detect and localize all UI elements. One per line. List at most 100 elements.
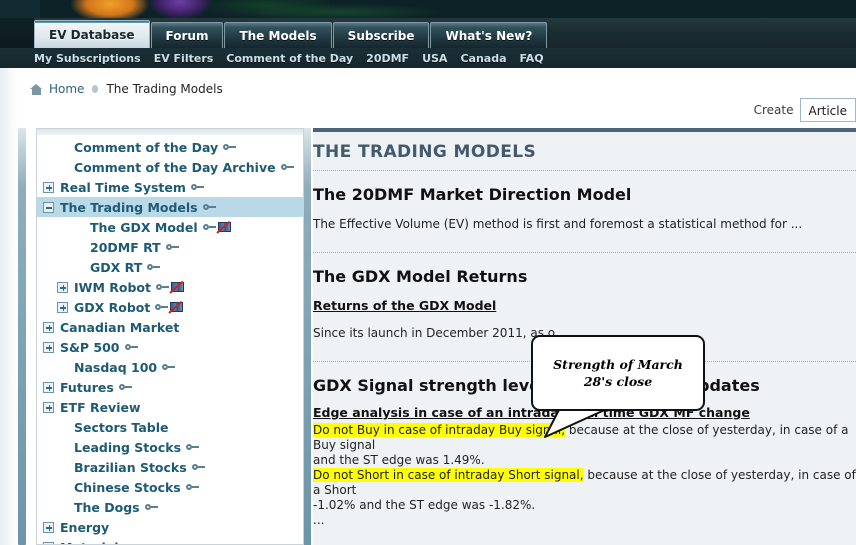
sidebar-tree-panel: Comment of the Day Comment of the Day Arc… xyxy=(36,128,304,545)
sidebar-item-comment-of-the-day-archive[interactable]: Comment of the Day Archive xyxy=(37,157,303,177)
sidebar-item-label: Futures xyxy=(60,379,114,395)
sidebar-top-band xyxy=(37,129,303,135)
signal-short-line2: -1.02% and the ST edge was -1.82%. xyxy=(313,498,536,512)
book-restricted-icon xyxy=(217,221,232,233)
book-restricted-icon xyxy=(170,301,184,313)
sidebar-item-materials[interactable]: Materials xyxy=(37,537,303,544)
key-icon xyxy=(165,243,179,252)
divider-1 xyxy=(313,170,856,171)
highlight-do-not-buy: Do not Buy in case of intraday Buy signa… xyxy=(313,423,566,437)
key-icon xyxy=(144,503,158,512)
page-title: THE TRADING MODELS xyxy=(313,142,537,162)
tree-expand-icon[interactable] xyxy=(43,321,54,333)
key-icon xyxy=(202,223,216,232)
tab-the-models[interactable]: The Models xyxy=(224,22,332,48)
key-icon xyxy=(155,283,169,292)
secondary-navbar: My Subscriptions EV Filters Comment of t… xyxy=(0,48,856,68)
sidebar-item-label: Chinese Stocks xyxy=(74,479,181,495)
callout-bubble: Strength of March 28's close xyxy=(531,335,705,411)
tree-expand-icon[interactable] xyxy=(43,381,54,393)
subnav-item-faq[interactable]: FAQ xyxy=(520,52,544,65)
key-icon xyxy=(147,263,161,272)
tab-forum[interactable]: Forum xyxy=(150,22,224,48)
tree-expand-icon[interactable] xyxy=(43,521,54,533)
tree-expand-icon[interactable] xyxy=(57,301,68,313)
tree-expand-icon[interactable] xyxy=(43,401,54,413)
navbar-left-cap xyxy=(0,18,34,48)
tree-collapse-icon[interactable] xyxy=(43,201,54,213)
tree-expand-icon[interactable] xyxy=(57,281,68,293)
left-rail xyxy=(0,68,18,545)
sidebar-item-canadian-market[interactable]: Canadian Market xyxy=(37,317,303,337)
subnav-item-usa[interactable]: USA xyxy=(422,52,447,65)
tab-subscribe[interactable]: Subscribe xyxy=(332,22,430,48)
breadcrumb-current: The Trading Models xyxy=(106,82,223,96)
breadcrumb: Home The Trading Models xyxy=(30,80,223,98)
signal-paragraph-buy: Do not Buy in case of intraday Buy signa… xyxy=(313,423,856,468)
subnav-item-ev-filters[interactable]: EV Filters xyxy=(154,52,214,65)
sidebar-item-real-time-system[interactable]: Real Time System xyxy=(37,177,303,197)
key-icon xyxy=(280,163,294,172)
primary-tabs: EV Database Forum The Models Subscribe W… xyxy=(34,20,548,48)
sidebar-item-label: Real Time System xyxy=(60,179,186,195)
create-type-select[interactable]: Article xyxy=(799,98,856,122)
create-bar: Create Article xyxy=(754,98,856,122)
key-icon xyxy=(155,303,169,312)
sidebar-item-the-trading-models[interactable]: The Trading Models xyxy=(37,197,303,217)
link-returns-of-gdx-model[interactable]: Returns of the GDX Model xyxy=(313,298,856,313)
sidebar-item-chinese-stocks[interactable]: Chinese Stocks xyxy=(37,477,303,497)
sidebar-item-leading-stocks[interactable]: Leading Stocks xyxy=(37,437,303,457)
sidebar-item-label: S&P 500 xyxy=(60,339,120,355)
sidebar-item-s-p-500[interactable]: S&P 500 xyxy=(37,337,303,357)
home-icon xyxy=(30,83,43,95)
key-icon xyxy=(223,143,237,152)
sidebar-item-gdx-robot[interactable]: GDX Robot xyxy=(37,297,303,317)
tab-whats-new[interactable]: What's New? xyxy=(430,22,548,48)
sidebar-item-the-dogs[interactable]: The Dogs xyxy=(37,497,303,517)
sidebar-item-iwm-robot[interactable]: IWM Robot xyxy=(37,277,303,297)
sidebar-item-label: 20DMF RT xyxy=(90,239,161,255)
main-inner: THE TRADING MODELS The 20DMF Market Dire… xyxy=(313,132,856,528)
key-icon xyxy=(191,463,205,472)
sidebar-item-label: Comment of the Day Archive xyxy=(74,159,276,175)
sidebar-item-brazilian-stocks[interactable]: Brazilian Stocks xyxy=(37,457,303,477)
callout-text: Strength of March 28's close xyxy=(553,357,683,389)
key-icon xyxy=(162,363,176,372)
sidebar-item-label: Canadian Market xyxy=(60,319,180,335)
breadcrumb-home-link[interactable]: Home xyxy=(49,82,84,96)
divider-2 xyxy=(313,252,856,253)
key-icon xyxy=(118,383,132,392)
sidebar-item-label: IWM Robot xyxy=(74,279,151,295)
sidebar-item-label: GDX RT xyxy=(90,259,143,275)
sidebar-item-etf-review[interactable]: ETF Review xyxy=(37,397,303,417)
sidebar-tree: Comment of the Day Comment of the Day Arc… xyxy=(37,137,303,544)
key-icon xyxy=(124,343,138,352)
sidebar-item-comment-of-the-day[interactable]: Comment of the Day xyxy=(37,137,303,157)
sidebar-item-label: Brazilian Stocks xyxy=(74,459,187,475)
page-root: EV Database Forum The Models Subscribe W… xyxy=(0,0,856,545)
sidebar-item-20dmf-rt[interactable]: 20DMF RT xyxy=(37,237,303,257)
sidebar-item-energy[interactable]: Energy xyxy=(37,517,303,537)
sidebar-item-sectors-table[interactable]: Sectors Table xyxy=(37,417,303,437)
subnav-item-my-subscriptions[interactable]: My Subscriptions xyxy=(34,52,141,65)
book-restricted-icon xyxy=(170,281,185,293)
tree-expand-icon[interactable] xyxy=(43,181,54,193)
sidebar-item-label: Energy xyxy=(60,519,110,535)
sidebar-item-the-gdx-model[interactable]: The GDX Model xyxy=(37,217,303,237)
sidebar-item-gdx-rt[interactable]: GDX RT xyxy=(37,257,303,277)
subnav-item-20dmf[interactable]: 20DMF xyxy=(366,52,409,65)
subnav-item-canada[interactable]: Canada xyxy=(460,52,506,65)
callout-box: Strength of March 28's close xyxy=(531,335,705,411)
subnav-item-comment-of-the-day[interactable]: Comment of the Day xyxy=(226,52,353,65)
tab-ev-database[interactable]: EV Database xyxy=(34,20,150,48)
sidebar-item-nasdaq-100[interactable]: Nasdaq 100 xyxy=(37,357,303,377)
sidebar-item-label: GDX Robot xyxy=(74,299,151,315)
subnav-spacer xyxy=(0,58,34,59)
tree-expand-icon[interactable] xyxy=(43,541,54,544)
sidebar-item-label: The Trading Models xyxy=(60,199,198,215)
sidebar-item-futures[interactable]: Futures xyxy=(37,377,303,397)
highlight-do-not-short: Do not Short in case of intraday Short s… xyxy=(313,468,584,482)
tree-expand-icon[interactable] xyxy=(43,341,54,353)
sidebar-item-label: Sectors Table xyxy=(74,419,169,435)
